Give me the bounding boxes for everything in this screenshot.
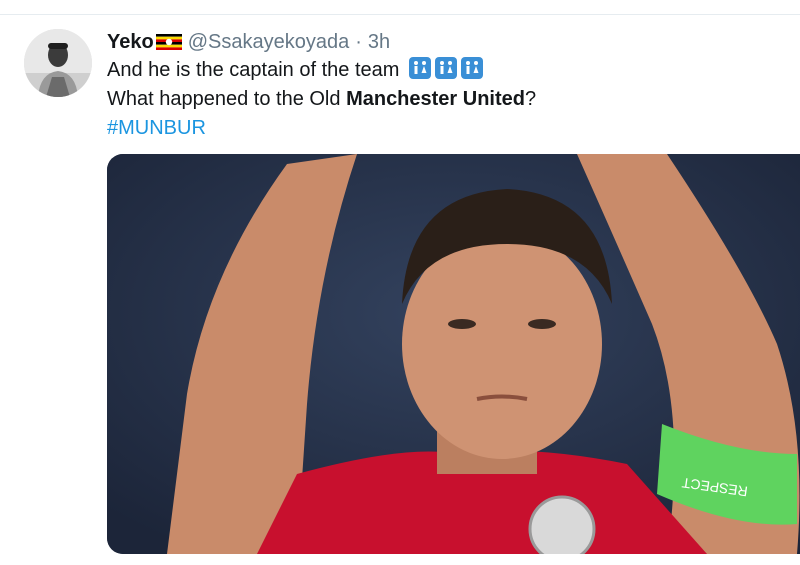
player-photo: RESPECT: [107, 154, 800, 554]
avatar-image: [24, 29, 92, 97]
tweet-text-2-bold: Manchester United: [346, 88, 525, 110]
tweet-text-1: And he is the captain of the team: [107, 59, 400, 81]
toilet-sign-icon: [434, 57, 457, 79]
tweet-timestamp[interactable]: 3h: [368, 28, 390, 56]
toilet-sign-icon: [408, 57, 431, 79]
tweet-text-line-1: And he is the captain of the team: [107, 56, 797, 85]
avatar[interactable]: [24, 29, 92, 97]
uganda-flag-icon: [155, 34, 182, 50]
separator-dot: ·: [355, 31, 362, 53]
toilet-sign-icon: [460, 57, 483, 79]
tweet-text-2-suffix: ?: [525, 88, 537, 110]
display-name[interactable]: Yeko: [107, 28, 154, 56]
user-handle[interactable]: @Ssakayekoyada: [188, 28, 350, 56]
tweet-body: Yeko @Ssakayekoyada · 3h And he is the c…: [107, 28, 797, 143]
top-divider: [0, 14, 800, 15]
tweet-media-image[interactable]: RESPECT: [107, 154, 800, 554]
tweet-text-2-prefix: What happened to the Old: [107, 88, 347, 110]
tweet-text-line-2: What happened to the Old Manchester Unit…: [107, 85, 797, 114]
hashtag-link[interactable]: #MUNBUR: [107, 114, 797, 143]
tweet-header: Yeko @Ssakayekoyada · 3h: [107, 28, 797, 56]
